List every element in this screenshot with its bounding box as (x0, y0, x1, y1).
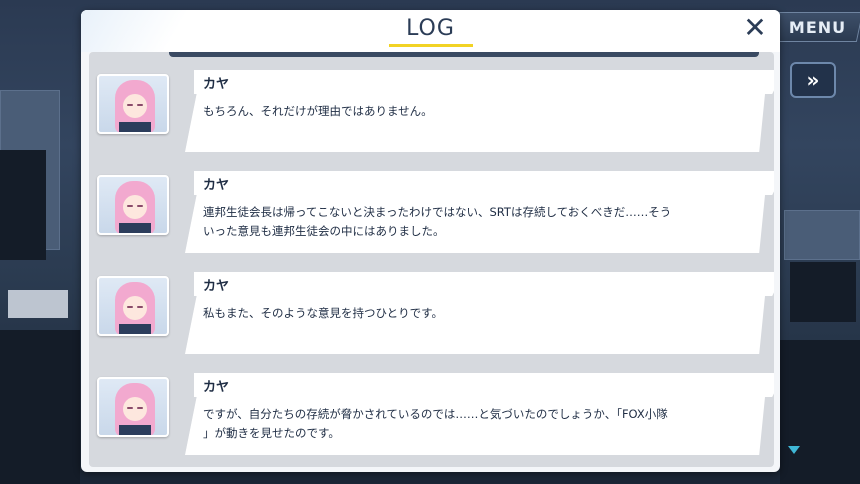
character-avatar (97, 74, 169, 134)
fast-forward-glyph: » (806, 68, 820, 92)
character-avatar (97, 276, 169, 336)
log-list[interactable]: カヤ もちろん、それだけが理由ではありません。 カヤ 連邦生徒会長は帰ってこない… (89, 52, 774, 467)
name-tag (194, 272, 774, 296)
panel-title: LOG (406, 16, 455, 41)
log-entry: カヤ 連邦生徒会長は帰ってこないと決まったわけではない、SRTは存続しておくべき… (89, 161, 774, 259)
dialogue-line: もちろん、それだけが理由ではありません。 (203, 104, 433, 118)
name-tag (194, 373, 774, 397)
log-panel: LOG ✕ カヤ もちろん、それだけが理由ではありません。 カヤ 連邦生徒会長は… (81, 10, 780, 472)
speaker-name: カヤ (203, 77, 230, 92)
close-icon[interactable]: ✕ (741, 14, 769, 42)
dialogue-line: 」が動きを見せたのです。 (203, 426, 340, 440)
dialogue-text: 連邦生徒会長は帰ってこないと決まったわけではない、SRTは存続しておくべきだ……… (203, 203, 683, 241)
name-tag (194, 171, 774, 195)
dialogue-text: 私もまた、そのような意見を持つひとりです。 (203, 304, 683, 323)
character-avatar (97, 175, 169, 235)
dialogue-line: 連邦生徒会長は帰ってこないと決まったわけではない、SRTは存続しておくべきだ……… (203, 205, 672, 219)
fast-forward-icon[interactable]: » (790, 62, 836, 98)
speaker-name: カヤ (203, 178, 230, 193)
menu-label: MENU (789, 17, 847, 37)
panel-header: LOG ✕ (81, 10, 780, 52)
speaker-name: カヤ (203, 279, 230, 294)
scroll-down-icon[interactable] (788, 446, 800, 454)
dialogue-text: ですが、自分たちの存続が脅かされているのでは……と気づいたのでしょうか、「FOX… (203, 405, 683, 443)
dialogue-line: いった意見も連邦生徒会の中にはありました。 (203, 224, 445, 238)
previous-entry-edge (169, 52, 759, 57)
speaker-name: カヤ (203, 380, 230, 395)
log-entry: カヤ ですが、自分たちの存続が脅かされているのでは……と気づいたのでしょうか、「… (89, 363, 774, 461)
dialogue-line: ですが、自分たちの存続が脅かされているのでは……と気づいたのでしょうか、「FOX… (203, 407, 668, 421)
log-entry: カヤ もちろん、それだけが理由ではありません。 (89, 60, 774, 158)
dialogue-line: 私もまた、そのような意見を持つひとりです。 (203, 306, 444, 320)
character-avatar (97, 377, 169, 437)
log-entry: カヤ 私もまた、そのような意見を持つひとりです。 (89, 262, 774, 360)
menu-button[interactable]: MENU (772, 12, 860, 42)
title-underline (389, 44, 473, 47)
dialogue-text: もちろん、それだけが理由ではありません。 (203, 102, 683, 121)
name-tag (194, 70, 774, 94)
